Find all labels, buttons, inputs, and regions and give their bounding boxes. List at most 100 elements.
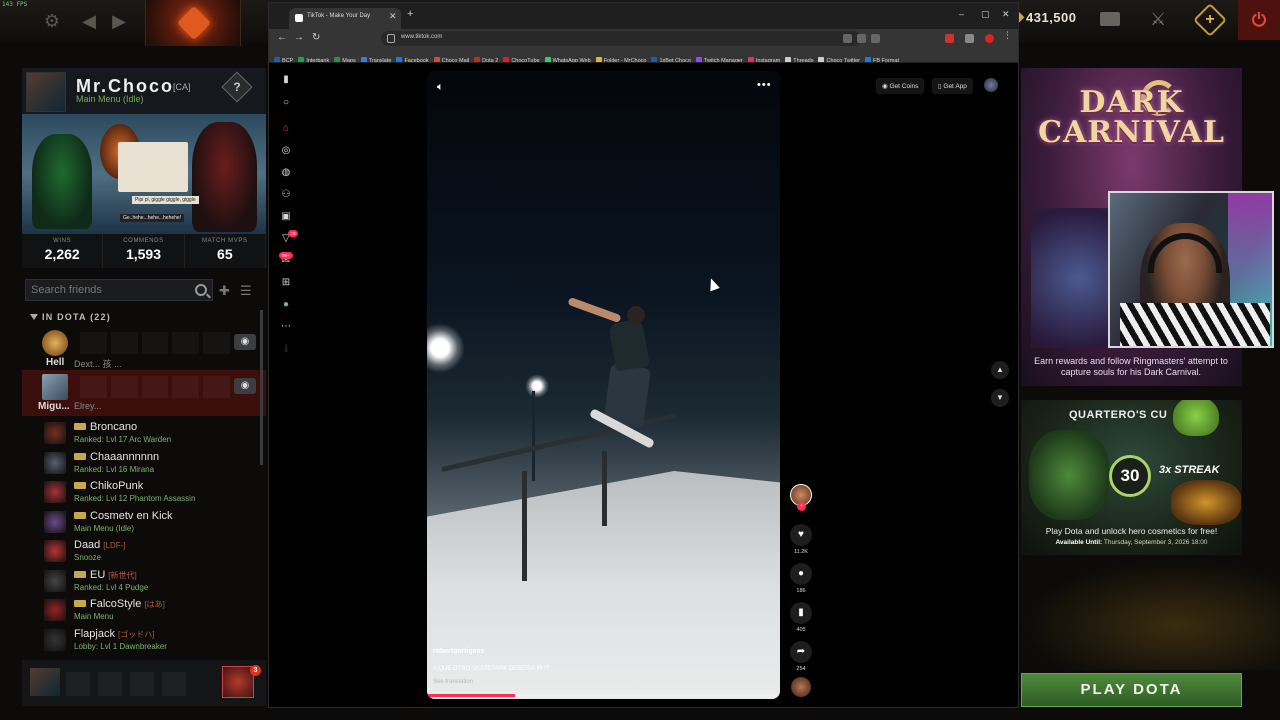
friends-scrollbar[interactable] (260, 310, 263, 465)
search-icon[interactable] (195, 284, 207, 296)
showcase-voiceline-2[interactable]: Ge..hehe...hehe...hehehe! (120, 214, 185, 222)
next-video-icon[interactable]: ▼ (991, 389, 1009, 407)
tab-tiktok[interactable]: TikTok - Make Your Day ✕ (289, 8, 401, 29)
party-row[interactable]: Hell Dext... 孩 ... ◉ (22, 326, 266, 372)
bookmark-item[interactable]: Facebook (396, 54, 429, 62)
previous-video-icon[interactable]: ▲ (991, 361, 1009, 379)
party-slot[interactable] (162, 672, 186, 696)
bookmark-item[interactable]: Translate (360, 54, 391, 62)
dota-plus-icon[interactable]: + (1193, 3, 1227, 37)
like-button[interactable]: ♥ 11.2K (786, 524, 816, 555)
friend-row[interactable]: Cosmetv en Kick Main Menu (Idle) (22, 509, 266, 538)
extension-icon[interactable] (945, 34, 954, 43)
bookmark-item[interactable]: 1xBet Choco (651, 54, 691, 62)
friends-search-input[interactable] (26, 280, 191, 300)
settings-gear-icon[interactable]: ⚙ (41, 10, 63, 32)
bookmark-item[interactable]: Choco Mail (433, 54, 469, 62)
window-close-icon[interactable]: ✕ (1002, 9, 1010, 20)
bookmark-item[interactable]: Choco Twitter (818, 54, 860, 62)
chevron-down-icon[interactable] (30, 314, 38, 320)
following-icon[interactable]: ◍ (280, 167, 292, 179)
bookmark-item[interactable]: Folder - MrChoco (595, 54, 646, 62)
quest-panel[interactable]: QUARTERO'S CU 30 3x STREAK Play Dota and… (1021, 400, 1242, 555)
more-options-icon[interactable]: ••• (757, 79, 772, 91)
party-slot[interactable] (130, 672, 154, 696)
bookmark-item[interactable]: Instagram (747, 54, 780, 62)
new-tab-icon[interactable]: + (407, 8, 413, 20)
extensions-puzzle-icon[interactable] (965, 34, 974, 43)
party-row[interactable]: Migu... Elrey... ◉ (22, 370, 266, 416)
bookmark-item[interactable]: ChocoTube (503, 54, 540, 62)
avatar[interactable] (30, 668, 60, 696)
bookmark-item[interactable]: FB Format (865, 54, 899, 62)
profile-icon[interactable]: ● (280, 299, 292, 311)
collapse-sidebar-icon[interactable]: ▮ (280, 74, 292, 86)
share-button[interactable]: ➦ 254 (786, 641, 816, 672)
volume-icon[interactable]: 🔈︎ (437, 81, 444, 94)
video-progress-bar[interactable] (427, 694, 780, 697)
exit-power-button[interactable]: ⏻ (1238, 0, 1280, 40)
eye-icon[interactable]: ◉ (234, 334, 256, 350)
eye-icon[interactable]: ◉ (234, 378, 256, 394)
video-player[interactable]: 🔈︎ ••• robertoartigass A QUE OTRO SKATEP… (427, 71, 780, 699)
friend-row[interactable]: FalcoStyle [はあ] Main Menu (22, 597, 266, 626)
home-icon[interactable]: ⌂ (280, 123, 292, 135)
party-slot[interactable] (98, 672, 122, 696)
explore-icon[interactable]: ◎ (280, 145, 292, 157)
bookmark-item[interactable]: BCP (274, 54, 293, 62)
profile-icon[interactable] (985, 34, 994, 43)
get-coins-button[interactable]: ◉ Get Coins (876, 78, 925, 94)
showcase-voiceline-1[interactable]: Pipi pi, giggle giggle, giggle (132, 196, 199, 204)
profile-showcase[interactable]: Pipi pi, giggle giggle, giggle Ge..hehe.… (22, 114, 266, 234)
party-slot[interactable] (66, 672, 90, 696)
comment-button[interactable]: ● 186 (786, 563, 816, 594)
maximize-icon[interactable]: ▢ (981, 9, 990, 20)
friend-row[interactable]: Chaaannnnnn Ranked: Lvl 16 Mirana (22, 450, 266, 479)
bookmark-item[interactable]: WhatsApp Web (544, 54, 591, 62)
bookmark-star-icon[interactable] (871, 34, 880, 43)
save-button[interactable]: ▮ 405 (786, 602, 816, 633)
friends-section-header[interactable]: IN DOTA (22) (42, 312, 111, 322)
friends-icon[interactable]: ⚇ (280, 189, 292, 201)
bookmark-item[interactable]: Threads (785, 54, 813, 62)
music-disc-icon[interactable] (791, 677, 811, 697)
bookmark-item[interactable]: Maps (334, 54, 356, 62)
site-info-icon[interactable] (387, 34, 395, 43)
friend-row[interactable]: EU [新世代] Ranked: Lvl 4 Pudge (22, 568, 266, 597)
forward-icon[interactable]: → (294, 32, 304, 43)
reload-icon[interactable]: ↻ (312, 32, 320, 43)
upload-icon[interactable]: ⊞ (280, 277, 292, 289)
bookmark-item[interactable]: Dota 2 (474, 54, 498, 62)
see-translation-link[interactable]: See translation (433, 679, 473, 685)
mail-icon[interactable] (1100, 12, 1120, 26)
minimize-icon[interactable]: – (959, 9, 964, 19)
play-dota-button[interactable]: PLAY DOTA (1021, 673, 1242, 707)
search-icon[interactable]: ○ (280, 97, 292, 109)
help-button[interactable]: ? (221, 71, 253, 103)
friend-row[interactable]: Daad [LDF-] Snooze (22, 538, 266, 567)
friend-row[interactable]: ChikoPunk Ranked: Lvl 12 Phantom Assassin (22, 479, 266, 508)
bookmark-item[interactable]: Twitch Manager (695, 54, 743, 62)
avatar[interactable] (26, 72, 66, 112)
friends-list-icon[interactable]: ☰ (240, 283, 256, 298)
avatar[interactable] (984, 78, 998, 92)
cast-icon[interactable] (843, 34, 852, 43)
address-bar[interactable]: www.tiktok.com (381, 31, 861, 46)
dota-logo-button[interactable] (145, 0, 241, 46)
back-icon[interactable]: ← (277, 32, 287, 43)
forward-arrow-icon[interactable]: ▶ (108, 10, 130, 32)
more-icon[interactable]: ⋯ (280, 321, 292, 333)
following-avatars-icon[interactable]: ⁞ (280, 344, 292, 356)
follow-plus-icon[interactable]: + (797, 502, 806, 511)
friend-row[interactable]: Broncano Ranked: Lvl 17 Arc Warden (22, 420, 266, 449)
live-icon[interactable]: ▣ (280, 211, 292, 223)
url-text[interactable]: www.tiktok.com (401, 34, 442, 40)
install-app-icon[interactable] (857, 34, 866, 43)
video-author[interactable]: robertoartigass (433, 648, 484, 655)
get-app-button[interactable]: ▯ Get App (932, 78, 973, 94)
add-friend-icon[interactable]: ✚ (219, 283, 235, 298)
friend-row[interactable]: Flapjack [ゴッドハ] Lobby: Lvl 1 Dawnbreaker (22, 627, 266, 656)
armory-icon[interactable]: ⚔ (1150, 9, 1170, 31)
bookmark-item[interactable]: Interbank (298, 54, 329, 62)
close-icon[interactable]: ✕ (389, 11, 397, 22)
